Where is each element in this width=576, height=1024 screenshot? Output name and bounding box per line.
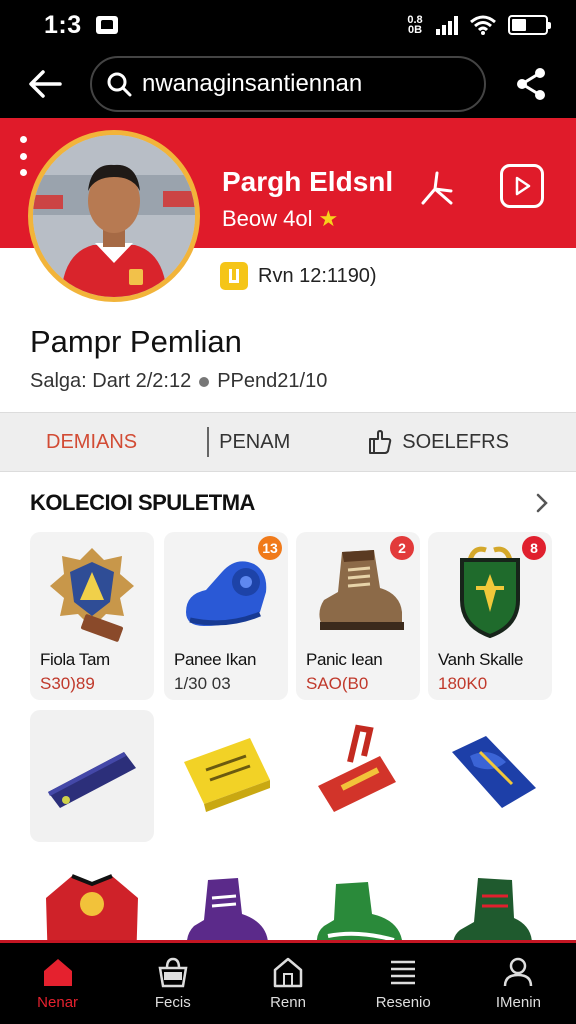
profile-content: Pargh Eldsnl Beow 4ol ★ Rvn 12:1190) Pam… (0, 118, 576, 940)
profile-subtitle: Beow 4ol ★ (222, 206, 338, 232)
nav-label: Fecis (154, 994, 191, 1011)
nav-item-home[interactable]: Nenar (0, 943, 115, 1024)
blue-bag-icon (452, 736, 536, 808)
product-card[interactable]: 8 Vanh Skalle 180K0 (428, 532, 552, 700)
status-indicators: 0.8 0B (406, 15, 551, 36)
play-button[interactable] (500, 164, 544, 208)
page-subtitle: Salga: Dart 2/2:12 PPend21/10 (30, 370, 327, 393)
lock-icon (220, 262, 248, 290)
item-tile[interactable] (30, 710, 154, 842)
product-title: Fiola Tam (40, 650, 110, 669)
basket-icon (158, 957, 188, 988)
item-tile[interactable] (428, 710, 552, 842)
tab-soelefrs[interactable]: SOELEFRS (368, 413, 509, 471)
avatar[interactable] (28, 130, 200, 302)
item-tile[interactable] (164, 858, 288, 940)
blue-shoe-icon (186, 561, 267, 626)
network-speed: 0.8 0B (406, 15, 424, 36)
bottom-nav: Nenar Fecis Renn Resenio IMenin (0, 940, 576, 1024)
tab-label: PENAM (219, 430, 291, 453)
product-card[interactable]: 13 Panee Ikan 1/30 03 (164, 532, 288, 700)
signal-icon (436, 15, 458, 35)
product-card[interactable]: 2 Panic Iean SAO(B0 (296, 532, 420, 700)
nav-label: Nenar (37, 994, 79, 1011)
profile-name: Pargh Eldsnl (222, 166, 394, 197)
tab-label: DEMIANS (46, 430, 138, 453)
tab-demians[interactable]: DEMIANS (46, 413, 137, 471)
collection-title: KOLECIOI SPULETMA (30, 490, 255, 515)
fork-button[interactable] (414, 166, 460, 212)
item-tile[interactable] (296, 858, 420, 940)
network-speed-bottom: 0B (407, 24, 423, 36)
item-tile[interactable] (296, 710, 420, 842)
separator-dot (199, 376, 210, 387)
item-tile[interactable] (30, 858, 154, 940)
item-tile[interactable] (164, 710, 288, 842)
nav-item-store[interactable]: Renn (230, 943, 345, 1024)
person-icon (504, 957, 533, 987)
item-tile[interactable] (428, 858, 552, 940)
navy-case-icon (48, 752, 136, 808)
product-title: Vanh Skalle (438, 650, 524, 669)
nav-label: Renn (270, 994, 306, 1011)
subtitle-left: Salga: Dart 2/2:12 (30, 370, 192, 392)
fork-icon (421, 171, 453, 205)
store-icon (273, 957, 303, 988)
red-scarf-icon (318, 724, 396, 812)
product-price: SAO(B0 (306, 674, 369, 693)
nav-item-profile[interactable]: IMenin (461, 943, 576, 1024)
subtitle-right: PPend21/10 (217, 370, 328, 392)
product-card[interactable]: Fiola Tam S30)89 (30, 532, 154, 700)
product-title: Panic Iean (306, 650, 383, 669)
green-shield-icon (460, 546, 520, 639)
brown-boot-icon (319, 550, 404, 630)
page-title: Pampr Pemlian (30, 324, 242, 359)
purple-boot-icon (187, 878, 268, 940)
product-title: Panee Ikan (174, 650, 257, 669)
red-jersey-icon (46, 874, 138, 940)
search-query: nwanaginsantiennan (142, 70, 363, 97)
tab-label: SOELEFRS (402, 430, 509, 453)
profile-meta: Rvn 12:1190) (220, 262, 377, 290)
hand-icon (369, 430, 392, 454)
player-portrait-image (33, 135, 195, 297)
share-icon (517, 68, 545, 100)
tab-divider (207, 427, 210, 457)
chevron-right-icon (536, 493, 548, 513)
battery-icon (508, 15, 551, 35)
nav-label: IMenin (495, 994, 541, 1011)
yellow-wallet-icon (184, 738, 270, 812)
search-input[interactable]: nwanaginsantiennan (90, 56, 486, 112)
tab-bar: DEMIANS PENAM SOELEFRS (0, 412, 576, 472)
nav-item-basket[interactable]: Fecis (115, 943, 230, 1024)
wifi-icon (470, 15, 496, 35)
search-icon (107, 72, 132, 97)
play-icon (515, 176, 531, 196)
collection-header[interactable]: KOLECIOI SPULETMA (30, 490, 550, 516)
back-arrow-icon (29, 70, 62, 98)
green-boot-icon (453, 878, 532, 940)
product-price: S30)89 (40, 674, 95, 693)
profile-meta-text: Rvn 12:1190) (258, 264, 377, 287)
notification-app-icon (95, 16, 118, 34)
product-price: 180K0 (438, 674, 488, 693)
nav-label: Resenio (375, 994, 431, 1011)
home-icon (43, 959, 72, 986)
profile-subtitle-text: Beow 4ol (222, 206, 313, 231)
more-options-button[interactable] (16, 136, 30, 176)
tab-penam[interactable]: PENAM (219, 413, 290, 471)
green-cleat-icon (316, 882, 402, 940)
status-time: 1:3 (44, 10, 82, 39)
emblem-badge-icon (50, 548, 134, 642)
nav-item-menu[interactable]: Resenio (346, 943, 461, 1024)
share-button[interactable] (486, 54, 576, 114)
menu-icon (391, 960, 416, 985)
back-button[interactable] (0, 54, 90, 114)
star-icon: ★ (318, 206, 339, 231)
product-price: 1/30 03 (174, 674, 231, 693)
top-bar: nwanaginsantiennan (0, 50, 576, 118)
status-bar: 1:3 0.8 0B (0, 0, 576, 50)
